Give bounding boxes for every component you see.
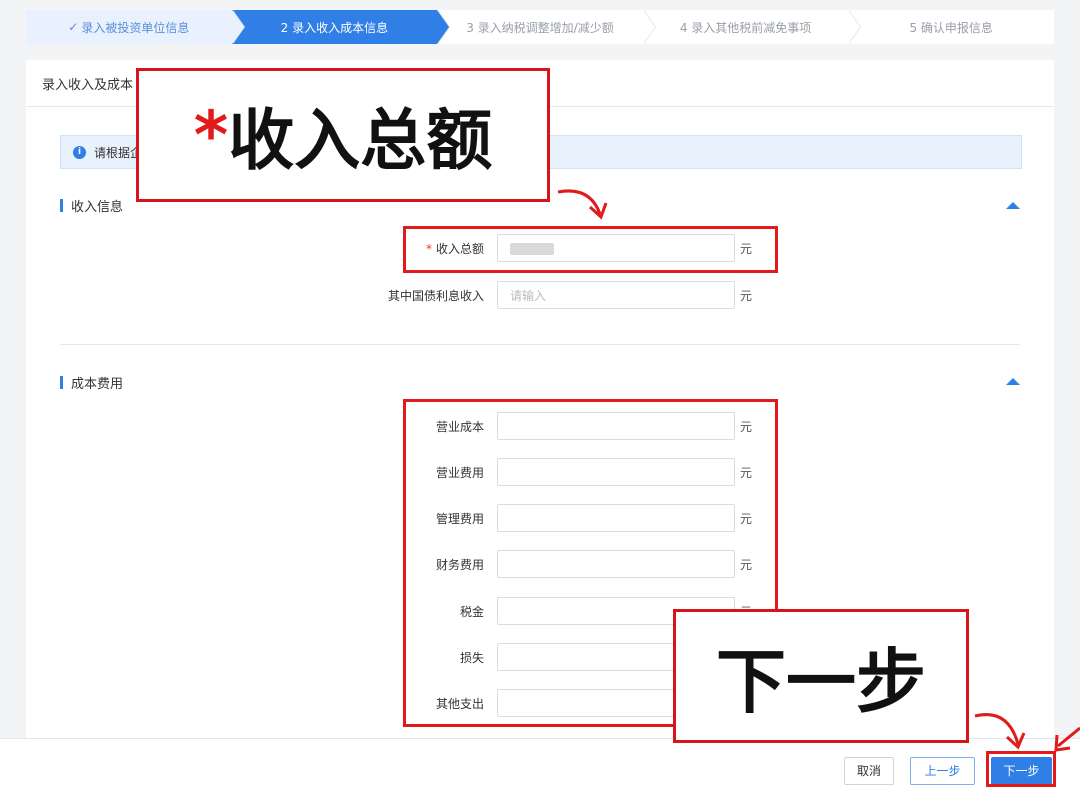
callout-next-step: 下一步 xyxy=(673,609,969,743)
footer-bar: 取消 上一步 下一步 xyxy=(0,738,1080,796)
step-label: 3 录入纳税调整增加/减少额 xyxy=(466,20,614,35)
check-icon: ✓ xyxy=(68,20,79,34)
section-marker xyxy=(60,376,63,389)
step-5[interactable]: 5 确认申报信息 xyxy=(848,10,1054,44)
highlight-income-total xyxy=(403,226,778,273)
callout-star: * xyxy=(193,96,229,174)
step-label: 2 录入收入成本信息 xyxy=(280,20,389,35)
section-title-text: 收入信息 xyxy=(71,200,124,215)
progress-stepper: ✓ 录入被投资单位信息 2 录入收入成本信息 3 录入纳税调整增加/减少额 4 … xyxy=(26,10,1054,44)
step-label: 4 录入其他税前减免事项 xyxy=(679,20,812,35)
cancel-button[interactable]: 取消 xyxy=(844,757,894,785)
step-label: 5 确认申报信息 xyxy=(909,20,993,35)
unit-label: 元 xyxy=(740,289,753,303)
prev-step-button[interactable]: 上一步 xyxy=(910,757,975,785)
section-marker xyxy=(60,199,63,212)
step-2[interactable]: 2 录入收入成本信息 xyxy=(231,10,451,44)
step-4[interactable]: 4 录入其他税前减免事项 xyxy=(642,10,862,44)
bond-interest-input[interactable]: 请输入 xyxy=(497,281,735,309)
section-title-text: 成本费用 xyxy=(71,377,124,392)
info-icon: i xyxy=(73,145,86,159)
section-title-income: 收入信息 xyxy=(60,196,123,215)
callout-text: 下一步 xyxy=(716,640,926,723)
step-3[interactable]: 3 录入纳税调整增加/减少额 xyxy=(437,10,656,44)
step-1[interactable]: ✓ 录入被投资单位信息 xyxy=(26,10,245,44)
collapse-up-icon[interactable] xyxy=(1006,202,1020,209)
field-bond-interest: 其中国债利息收入 请输入 元 xyxy=(26,281,1054,311)
collapse-up-icon[interactable] xyxy=(1006,378,1020,385)
step-label: 录入被投资单位信息 xyxy=(81,20,190,35)
highlight-next-button xyxy=(986,751,1056,787)
section-title-cost: 成本费用 xyxy=(60,373,123,392)
field-label: 其中国债利息收入 xyxy=(387,289,484,303)
card-title: 录入收入及成本 xyxy=(42,78,134,93)
callout-text: 收入总额 xyxy=(228,102,493,179)
divider xyxy=(60,344,1020,345)
notice-text: 请根据企 xyxy=(94,145,143,160)
callout-income-total: * 收入总额 xyxy=(136,68,550,202)
